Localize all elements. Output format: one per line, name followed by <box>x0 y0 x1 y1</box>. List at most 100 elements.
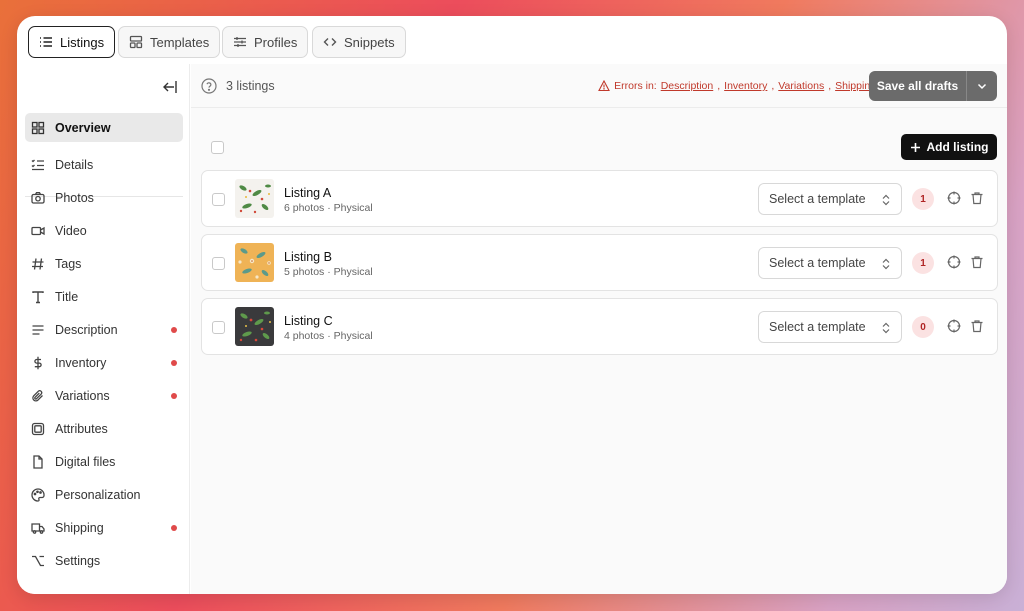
listing-row[interactable]: Listing A 6 photos · Physical Select a t… <box>201 170 998 227</box>
sidebar-item-digital-files[interactable]: Digital files <box>25 447 183 476</box>
warning-icon <box>598 80 611 92</box>
tab-snippets[interactable]: Snippets <box>312 26 406 58</box>
tab-label: Profiles <box>254 34 298 50</box>
error-count-badge: 1 <box>912 188 934 210</box>
template-select-value: Select a template <box>769 320 866 334</box>
tab-listings[interactable]: Listings <box>28 26 116 58</box>
errors-prefix: Errors in: <box>614 80 657 92</box>
save-all-drafts-group: Save all drafts <box>869 71 997 101</box>
sidebar-item-title[interactable]: Title <box>25 282 183 311</box>
sidebar-item-label: Digital files <box>55 454 116 469</box>
palette-icon <box>31 487 45 502</box>
listing-row[interactable]: Listing C 4 photos · Physical Select a t… <box>201 298 998 355</box>
paperclip-icon <box>32 389 43 402</box>
help-icon[interactable] <box>201 78 217 94</box>
trash-icon[interactable] <box>970 319 984 333</box>
main-panel: 3 listings Errors in: Description, Inven… <box>191 64 1007 594</box>
cube-icon <box>31 422 45 435</box>
tab-label: Templates <box>150 34 210 50</box>
video-icon <box>31 226 45 235</box>
listing-thumbnail <box>235 179 274 218</box>
template-select[interactable]: Select a template <box>758 311 902 343</box>
crosshair-icon[interactable] <box>947 191 961 205</box>
error-count-badge: 0 <box>912 316 934 338</box>
tab-label: Snippets <box>344 34 395 50</box>
listing-title: Listing B <box>284 250 332 264</box>
sidebar-item-video[interactable]: Video <box>25 216 183 245</box>
listing-count: 3 listings <box>226 79 275 93</box>
sidebar-item-label: Settings <box>55 553 101 568</box>
sidebar-item-settings[interactable]: Settings <box>25 546 183 575</box>
listing-thumbnail <box>235 307 274 346</box>
sidebar-item-tags[interactable]: Tags <box>25 249 183 278</box>
sidebar-item-label: Shipping <box>55 520 104 535</box>
sidebar-item-shipping[interactable]: Shipping <box>25 513 183 542</box>
details-icon <box>31 159 44 170</box>
tab-profiles[interactable]: Profiles <box>222 26 309 58</box>
error-dot <box>171 360 177 366</box>
crosshair-icon[interactable] <box>947 255 961 269</box>
code-icon <box>323 38 337 46</box>
sidebar-item-label: Title <box>55 289 79 304</box>
sidebar-item-description[interactable]: Description <box>25 315 183 344</box>
tab-bar: Listings Templates Profiles Snippets <box>17 16 1007 64</box>
dollar-icon <box>34 356 42 369</box>
sidebar-item-inventory[interactable]: Inventory <box>25 348 183 377</box>
listing-row[interactable]: Listing B 5 photos · Physical Select a t… <box>201 234 998 291</box>
tab-templates[interactable]: Templates <box>118 26 221 58</box>
save-all-drafts-button[interactable]: Save all drafts <box>869 71 967 101</box>
row-checkbox[interactable] <box>212 321 225 334</box>
collapse-sidebar-icon[interactable] <box>161 78 179 96</box>
error-dot <box>171 327 177 333</box>
sidebar-item-label: Description <box>55 322 118 337</box>
crosshair-icon[interactable] <box>947 319 961 333</box>
file-icon <box>33 454 43 469</box>
app-window: Listings Templates Profiles Snippets Ove… <box>17 16 1007 594</box>
sidebar-item-label: Attributes <box>55 421 108 436</box>
save-options-button[interactable] <box>967 71 997 101</box>
truck-icon <box>31 522 45 534</box>
sidebar-item-label: Photos <box>55 190 94 205</box>
trash-icon[interactable] <box>970 191 984 205</box>
trash-icon[interactable] <box>970 255 984 269</box>
sidebar-item-details[interactable]: Details <box>25 150 183 179</box>
chevron-updown-icon <box>882 258 890 270</box>
sidebar-item-overview[interactable]: Overview <box>25 113 183 142</box>
template-select[interactable]: Select a template <box>758 183 902 215</box>
sidebar-item-label: Overview <box>55 120 111 135</box>
error-link-inventory[interactable]: Inventory <box>724 80 767 92</box>
listing-title: Listing C <box>284 314 333 328</box>
error-link-variations[interactable]: Variations <box>778 80 824 92</box>
template-select[interactable]: Select a template <box>758 247 902 279</box>
error-link-description[interactable]: Description <box>661 80 714 92</box>
listing-subtitle: 5 photos · Physical <box>284 266 373 278</box>
sliders-icon <box>234 37 246 47</box>
errors-summary: Errors in: Description, Inventory, Varia… <box>598 80 876 92</box>
main-header: 3 listings Errors in: Description, Inven… <box>191 64 1007 108</box>
sidebar-item-label: Inventory <box>55 355 107 370</box>
listing-thumbnail <box>235 243 274 282</box>
sidebar-item-attributes[interactable]: Attributes <box>25 414 183 443</box>
plus-icon <box>910 142 920 152</box>
sidebar-item-personalization[interactable]: Personalization <box>25 480 183 509</box>
title-icon <box>32 290 44 303</box>
sidebar-item-label: Tags <box>55 256 82 271</box>
sidebar: Overview Details Photos Video Tags Title… <box>17 64 190 594</box>
row-checkbox[interactable] <box>212 193 225 206</box>
sidebar-item-variations[interactable]: Variations <box>25 381 183 410</box>
sidebar-item-label: Variations <box>55 388 110 403</box>
option-icon <box>32 555 44 566</box>
sidebar-item-label: Personalization <box>55 487 141 502</box>
sidebar-item-label: Details <box>55 157 94 172</box>
template-icon <box>129 35 143 49</box>
sidebar-item-photos[interactable]: Photos <box>25 183 183 212</box>
chevron-down-icon <box>977 83 987 90</box>
add-listing-button[interactable]: Add listing <box>901 134 997 160</box>
list-icon <box>40 37 52 47</box>
template-select-value: Select a template <box>769 192 866 206</box>
listing-subtitle: 6 photos · Physical <box>284 202 373 214</box>
row-checkbox[interactable] <box>212 257 225 270</box>
select-all-checkbox[interactable] <box>211 141 224 154</box>
chevron-updown-icon <box>882 322 890 334</box>
camera-icon <box>31 191 45 204</box>
